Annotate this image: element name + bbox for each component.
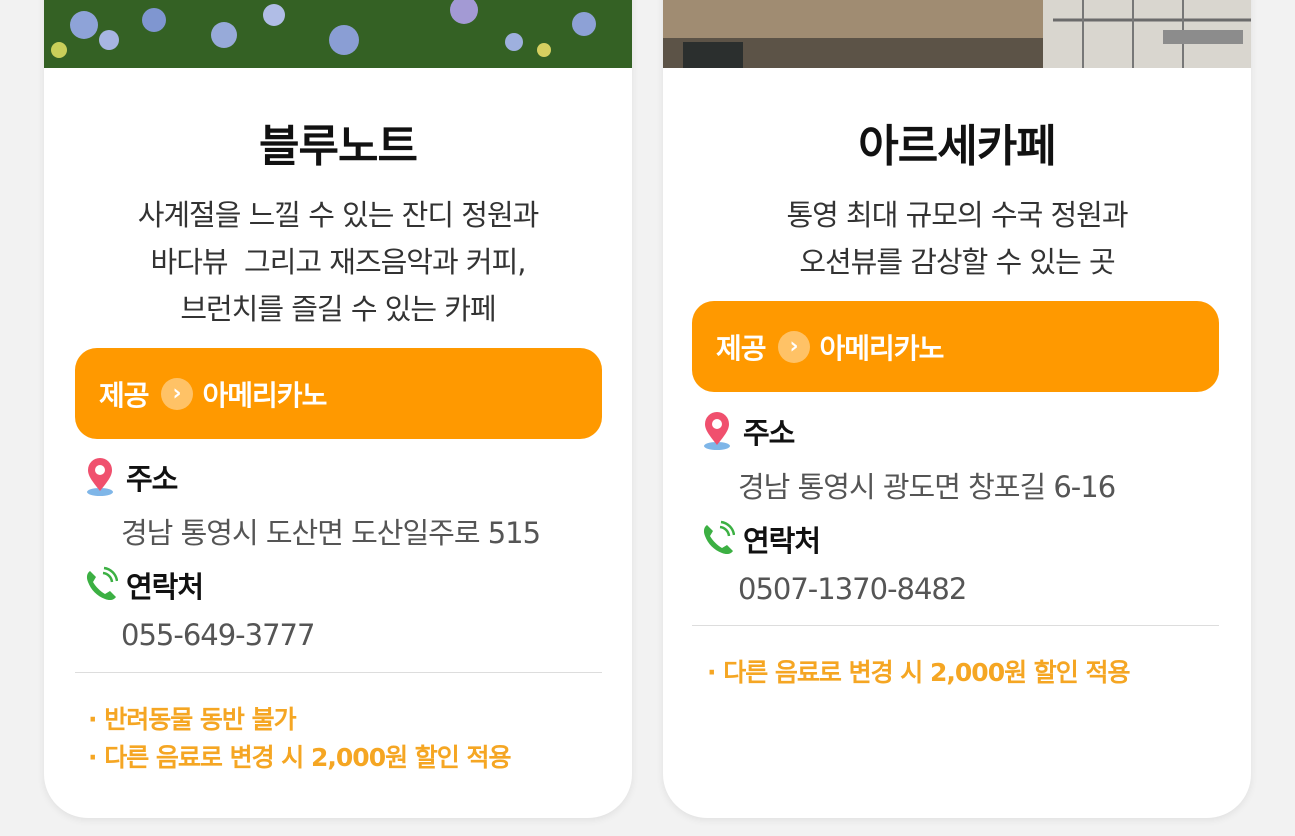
contact-label: 연락처 xyxy=(743,524,821,558)
cafe-title: 아르세카페 xyxy=(858,121,1056,172)
offer-banner: 제공 › 아메리카노 xyxy=(692,301,1219,392)
chevron-right-icon: › xyxy=(160,377,193,410)
cafe-title: 블루노트 xyxy=(259,121,418,172)
offer-item: 아메리카노 xyxy=(202,378,328,412)
phone-icon xyxy=(82,565,119,605)
cafe-card-bluenote: 블루노트 사계절을 느낄 수 있는 잔디 정원과 바다뷰 그리고 재즈음악과 커… xyxy=(44,0,632,818)
offer-banner: 제공 › 아메리카노 xyxy=(75,348,602,439)
contact-heading: 연락처 xyxy=(699,518,821,560)
contact-value: 0507-1370-8482 xyxy=(738,572,967,606)
contact-value: 055-649-3777 xyxy=(121,618,315,652)
contact-label: 연락처 xyxy=(126,570,204,604)
divider xyxy=(692,625,1219,626)
location-pin-icon xyxy=(699,411,735,451)
offer-label: 제공 xyxy=(99,378,150,412)
note-item: · 다른 음료로 변경 시 2,000원 할인 적용 xyxy=(88,743,512,772)
cafe-interior-photo xyxy=(663,0,1251,68)
note-item: · 반려동물 동반 불가 xyxy=(88,705,297,734)
address-label: 주소 xyxy=(126,462,178,496)
description-line: 오션뷰를 감상할 수 있는 곳 xyxy=(799,245,1115,279)
phone-icon xyxy=(699,519,736,559)
contact-heading: 연락처 xyxy=(82,564,204,606)
address-value: 경남 통영시 광도면 창포길 6-16 xyxy=(738,470,1116,504)
offer-item: 아메리카노 xyxy=(819,331,945,365)
description-line: 바다뷰 그리고 재즈음악과 커피, xyxy=(150,245,527,279)
cafe-card-arse: 아르세카페 통영 최대 규모의 수국 정원과 오션뷰를 감상할 수 있는 곳 제… xyxy=(663,0,1251,818)
description-line: 브런치를 즐길 수 있는 카페 xyxy=(180,292,496,326)
description-line: 사계절을 느낄 수 있는 잔디 정원과 xyxy=(137,198,540,232)
address-value: 경남 통영시 도산면 도산일주로 515 xyxy=(121,516,541,550)
address-label: 주소 xyxy=(743,416,795,450)
location-pin-icon xyxy=(82,457,118,497)
chevron-right-icon: › xyxy=(777,330,810,363)
description-line: 통영 최대 규모의 수국 정원과 xyxy=(786,198,1128,232)
offer-label: 제공 xyxy=(716,331,767,365)
hydrangea-garden-photo xyxy=(44,0,632,68)
address-heading: 주소 xyxy=(699,410,795,452)
cafe-description: 사계절을 느낄 수 있는 잔디 정원과 바다뷰 그리고 재즈음악과 커피, 브런… xyxy=(44,192,632,333)
address-heading: 주소 xyxy=(82,456,178,498)
note-item: · 다른 음료로 변경 시 2,000원 할인 적용 xyxy=(707,658,1131,687)
divider xyxy=(75,672,602,673)
cafe-description: 통영 최대 규모의 수국 정원과 오션뷰를 감상할 수 있는 곳 xyxy=(663,192,1251,286)
